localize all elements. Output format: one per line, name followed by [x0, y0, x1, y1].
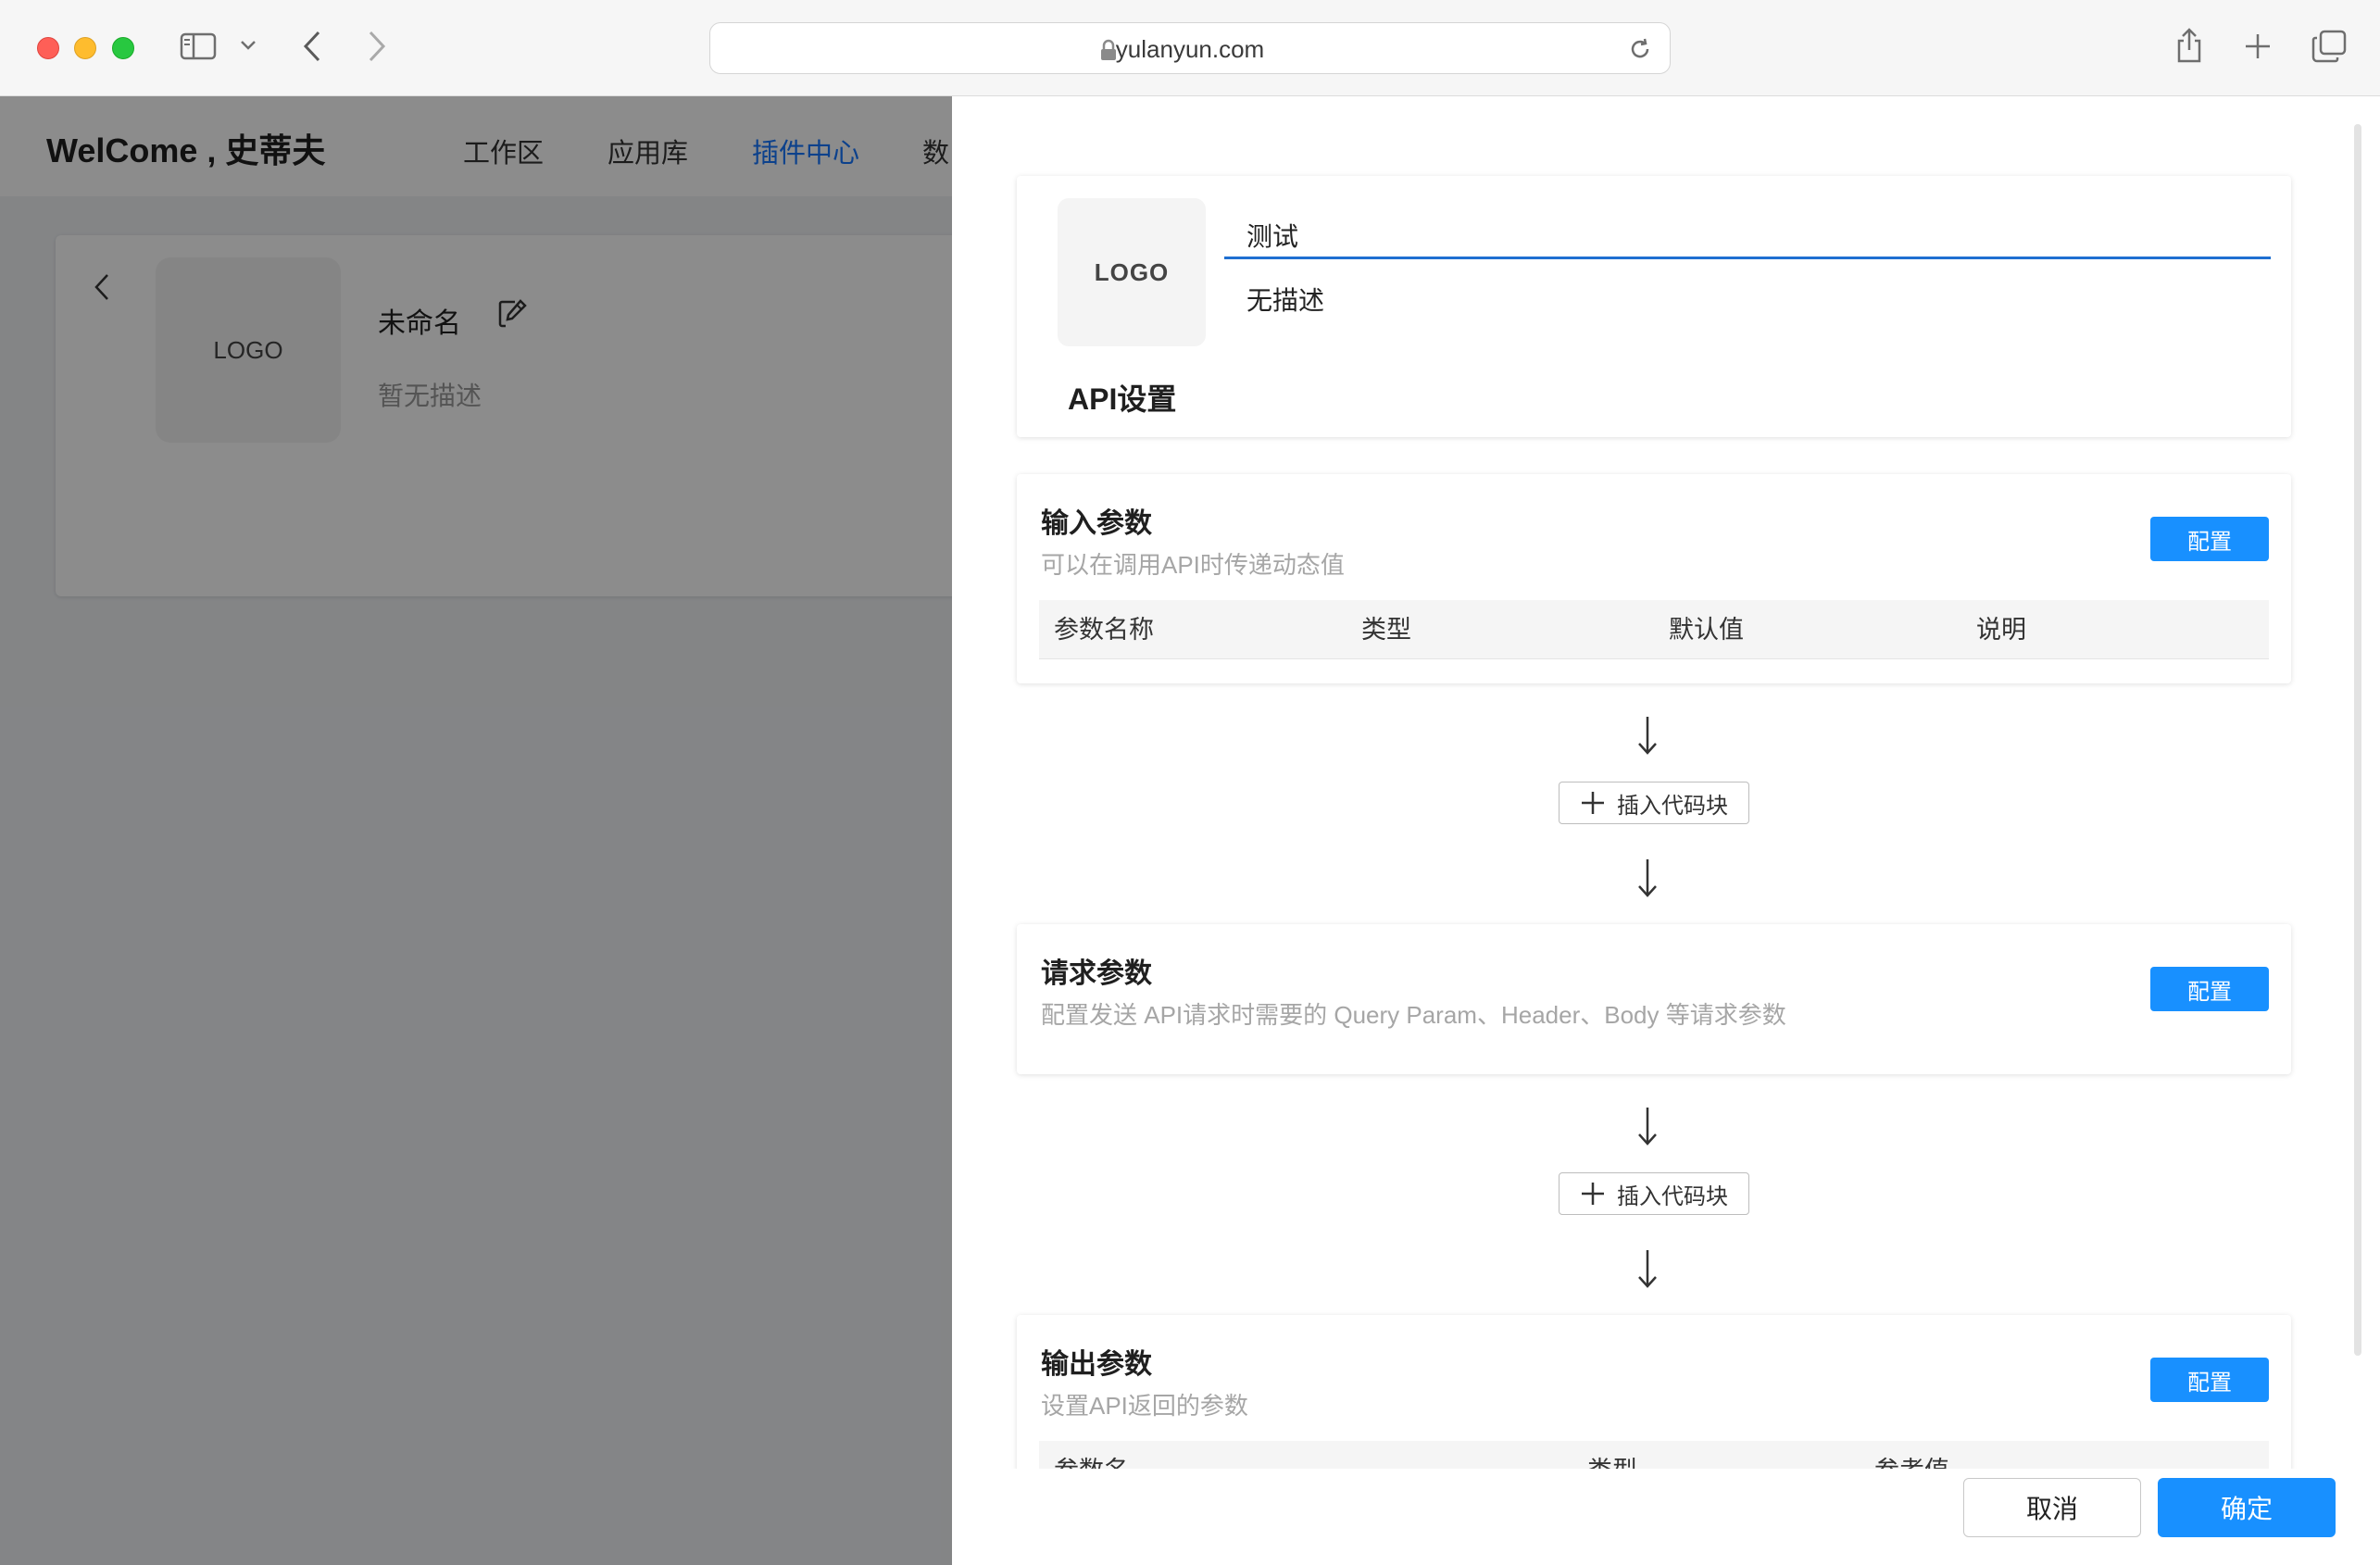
plugin-info-card: LOGO API设置 [1017, 176, 2291, 437]
output-params-title: 输出参数 [1041, 1349, 1152, 1380]
request-params-card: 请求参数 配置发送 API请求时需要的 Query Param、Header、B… [1017, 924, 2291, 1074]
column-header: 默认值 [1669, 616, 1744, 644]
drawer-scrollbar-thumb[interactable] [2354, 124, 2361, 1356]
address-text[interactable]: yulanyun.com [710, 23, 1670, 75]
plus-icon [1582, 1183, 1604, 1205]
insert-code-block-button[interactable]: 插入代码块 [1559, 782, 1749, 824]
column-header: 类型 [1361, 616, 1411, 644]
api-settings-title: API设置 [1068, 382, 1177, 416]
drawer-footer: 取消 确定 [952, 1469, 2380, 1565]
minimize-window-button[interactable] [74, 37, 96, 59]
column-header: 说明 [1976, 616, 2026, 644]
lock-icon [1099, 39, 1118, 66]
plugin-description-input[interactable] [1224, 276, 2271, 322]
column-header: 参数名称 [1054, 616, 1154, 644]
insert-code-block-label: 插入代码块 [1617, 1183, 1728, 1209]
plugin-logo-upload[interactable]: LOGO [1058, 198, 1206, 346]
tabs-overview-icon[interactable] [2311, 30, 2347, 63]
back-icon[interactable] [302, 30, 322, 63]
address-bar[interactable]: yulanyun.com [709, 22, 1671, 74]
forward-icon[interactable] [367, 30, 387, 63]
reload-icon[interactable] [1627, 36, 1653, 67]
output-params-config-button[interactable]: 配置 [2150, 1358, 2269, 1402]
input-params-subtitle: 可以在调用API时传递动态值 [1041, 551, 1345, 579]
request-params-subtitle: 配置发送 API请求时需要的 Query Param、Header、Body 等… [1041, 1001, 1786, 1029]
input-params-table-header: 参数名称 类型 默认值 说明 [1039, 600, 2269, 659]
input-params-config-button[interactable]: 配置 [2150, 517, 2269, 561]
output-params-subtitle: 设置API返回的参数 [1041, 1392, 1248, 1420]
arrow-down-icon [1634, 715, 1661, 756]
plugin-name-input[interactable] [1224, 213, 2271, 259]
arrow-down-icon [1634, 1106, 1661, 1146]
input-params-card: 输入参数 可以在调用API时传递动态值 配置 参数名称 类型 默认值 说明 [1017, 474, 2291, 683]
zoom-window-button[interactable] [112, 37, 134, 59]
close-window-button[interactable] [37, 37, 59, 59]
browser-toolbar: yulanyun.com [0, 0, 2380, 96]
input-params-title: 输入参数 [1041, 508, 1152, 539]
chevron-down-icon[interactable] [239, 39, 257, 52]
share-icon[interactable] [2174, 26, 2204, 65]
arrow-down-icon [1634, 1248, 1661, 1289]
sidebar-icon[interactable] [180, 31, 217, 61]
request-params-title: 请求参数 [1041, 958, 1152, 989]
request-params-config-button[interactable]: 配置 [2150, 967, 2269, 1011]
arrow-down-icon [1634, 858, 1661, 898]
cancel-button[interactable]: 取消 [1963, 1478, 2141, 1537]
new-tab-icon[interactable] [2243, 31, 2273, 61]
plus-icon [1582, 792, 1604, 814]
api-settings-drawer: LOGO API设置 输入参数 可以在调用API时传递动态值 配置 参数名称 类… [952, 96, 2380, 1565]
insert-code-block-label: 插入代码块 [1617, 793, 1728, 819]
drawer-scrollbar[interactable] [2352, 124, 2363, 1458]
insert-code-block-button[interactable]: 插入代码块 [1559, 1172, 1749, 1215]
confirm-button[interactable]: 确定 [2158, 1478, 2336, 1537]
